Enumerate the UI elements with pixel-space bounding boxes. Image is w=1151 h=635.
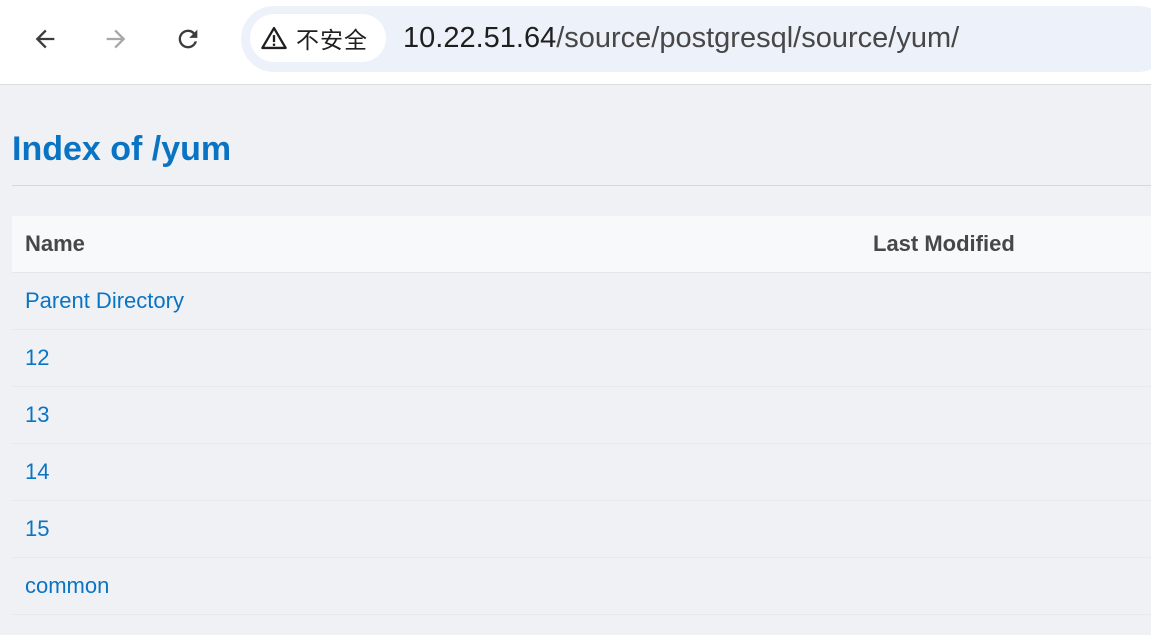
url-text[interactable]: 10.22.51.64/source/postgresql/source/yum… (403, 20, 959, 56)
reload-icon (178, 29, 198, 49)
forward-arrow-icon (106, 29, 126, 49)
page-title: Index of /yum (12, 130, 232, 168)
listing-header: Name Last Modified (12, 216, 1151, 273)
column-header-last-modified[interactable]: Last Modified (873, 231, 1015, 257)
warning-triangle-icon (261, 26, 287, 50)
browser-toolbar: 不安全 10.22.51.64/source/postgresql/source… (0, 0, 1151, 85)
listing-row-parent: Parent Directory (12, 273, 1151, 330)
listing-row: 12 (12, 330, 1151, 387)
security-label: 不安全 (296, 28, 368, 54)
listing-row: 15 (12, 501, 1151, 558)
directory-link-15[interactable]: 15 (25, 516, 49, 542)
listing-row: 14 (12, 444, 1151, 501)
reload-button[interactable] (171, 22, 205, 56)
back-arrow-icon (35, 29, 55, 49)
listing-row: common (12, 558, 1151, 615)
url-host: 10.22.51.64 (403, 22, 557, 54)
listing-row: 13 (12, 387, 1151, 444)
back-button[interactable] (28, 22, 62, 56)
directory-link-12[interactable]: 12 (25, 345, 49, 371)
parent-directory-link[interactable]: Parent Directory (25, 288, 184, 314)
directory-link-common[interactable]: common (25, 573, 109, 599)
security-indicator[interactable]: 不安全 (250, 14, 386, 62)
column-header-name[interactable]: Name (25, 231, 85, 257)
title-divider (12, 185, 1151, 186)
directory-listing: Name Last Modified Parent Directory 12 1… (12, 216, 1151, 615)
forward-button[interactable] (99, 22, 133, 56)
directory-link-13[interactable]: 13 (25, 402, 49, 428)
url-path: /source/postgresql/source/yum/ (556, 22, 960, 54)
address-bar[interactable]: 不安全 10.22.51.64/source/postgresql/source… (241, 6, 1151, 72)
directory-link-14[interactable]: 14 (25, 459, 49, 485)
